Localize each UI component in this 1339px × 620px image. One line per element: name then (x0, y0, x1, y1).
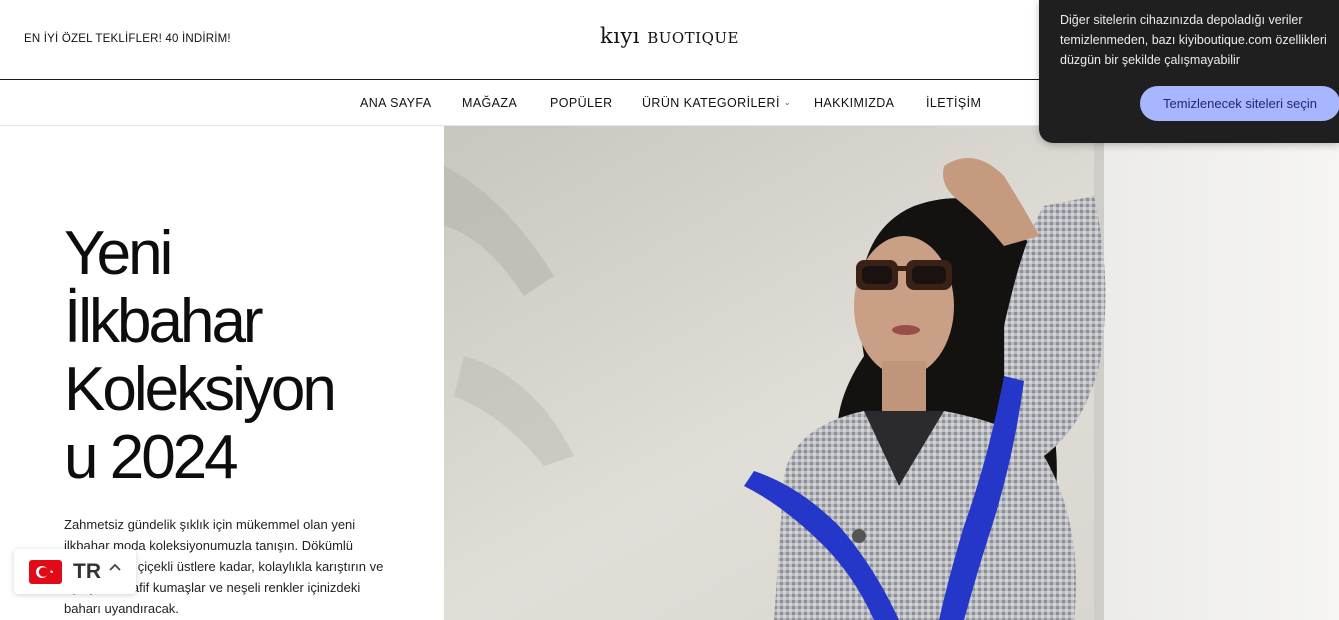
hero-image (444, 126, 1339, 620)
hero-photo-illustration (444, 126, 1339, 620)
site-data-popup: Diğer sitelerin cihazınızda depoladığı v… (1039, 0, 1339, 143)
hero-title-line: u 2024 (64, 423, 239, 492)
hero-text-section: Yeni İlkbahar Koleksiyon u 2024 Zahmetsi… (0, 126, 444, 620)
logo-word-second: buotique (647, 24, 739, 48)
logo-link[interactable]: kıyı buotique (600, 24, 739, 48)
hero-title-line: İlkbahar (64, 287, 264, 356)
nav-item-popular[interactable]: POPÜLER (550, 96, 613, 110)
language-code: TR (73, 560, 101, 583)
nav-item-about[interactable]: HAKKIMIZDA (814, 96, 894, 110)
hero-title-line: Yeni (64, 219, 173, 288)
nav-item-home[interactable]: ANA SAYFA (360, 96, 431, 110)
nav-item-categories[interactable]: ÜRÜN KATEGORİLERİ ⌄ (642, 96, 791, 110)
hero-title-line: Koleksiyon (64, 355, 337, 424)
turkey-flag-icon (29, 560, 62, 584)
site-data-popup-message: Diğer sitelerin cihazınızda depoladığı v… (1060, 13, 1327, 67)
language-selector[interactable]: TR (14, 549, 136, 594)
choose-sites-button[interactable]: Temizlenecek siteleri seçin (1140, 86, 1339, 121)
chevron-down-icon: ⌄ (783, 98, 791, 107)
promo-banner-text: EN İYİ ÖZEL TEKLİFLER! 40 İNDİRİM! (24, 33, 231, 45)
logo-word-first: kıyı (600, 24, 641, 48)
nav-item-categories-label: ÜRÜN KATEGORİLERİ (642, 96, 780, 110)
hero-title: Yeni İlkbahar Koleksiyon u 2024 (64, 220, 394, 492)
nav-item-shop[interactable]: MAĞAZA (462, 96, 517, 110)
nav-item-contact[interactable]: İLETİŞİM (926, 96, 981, 110)
chevron-up-icon (108, 561, 122, 575)
